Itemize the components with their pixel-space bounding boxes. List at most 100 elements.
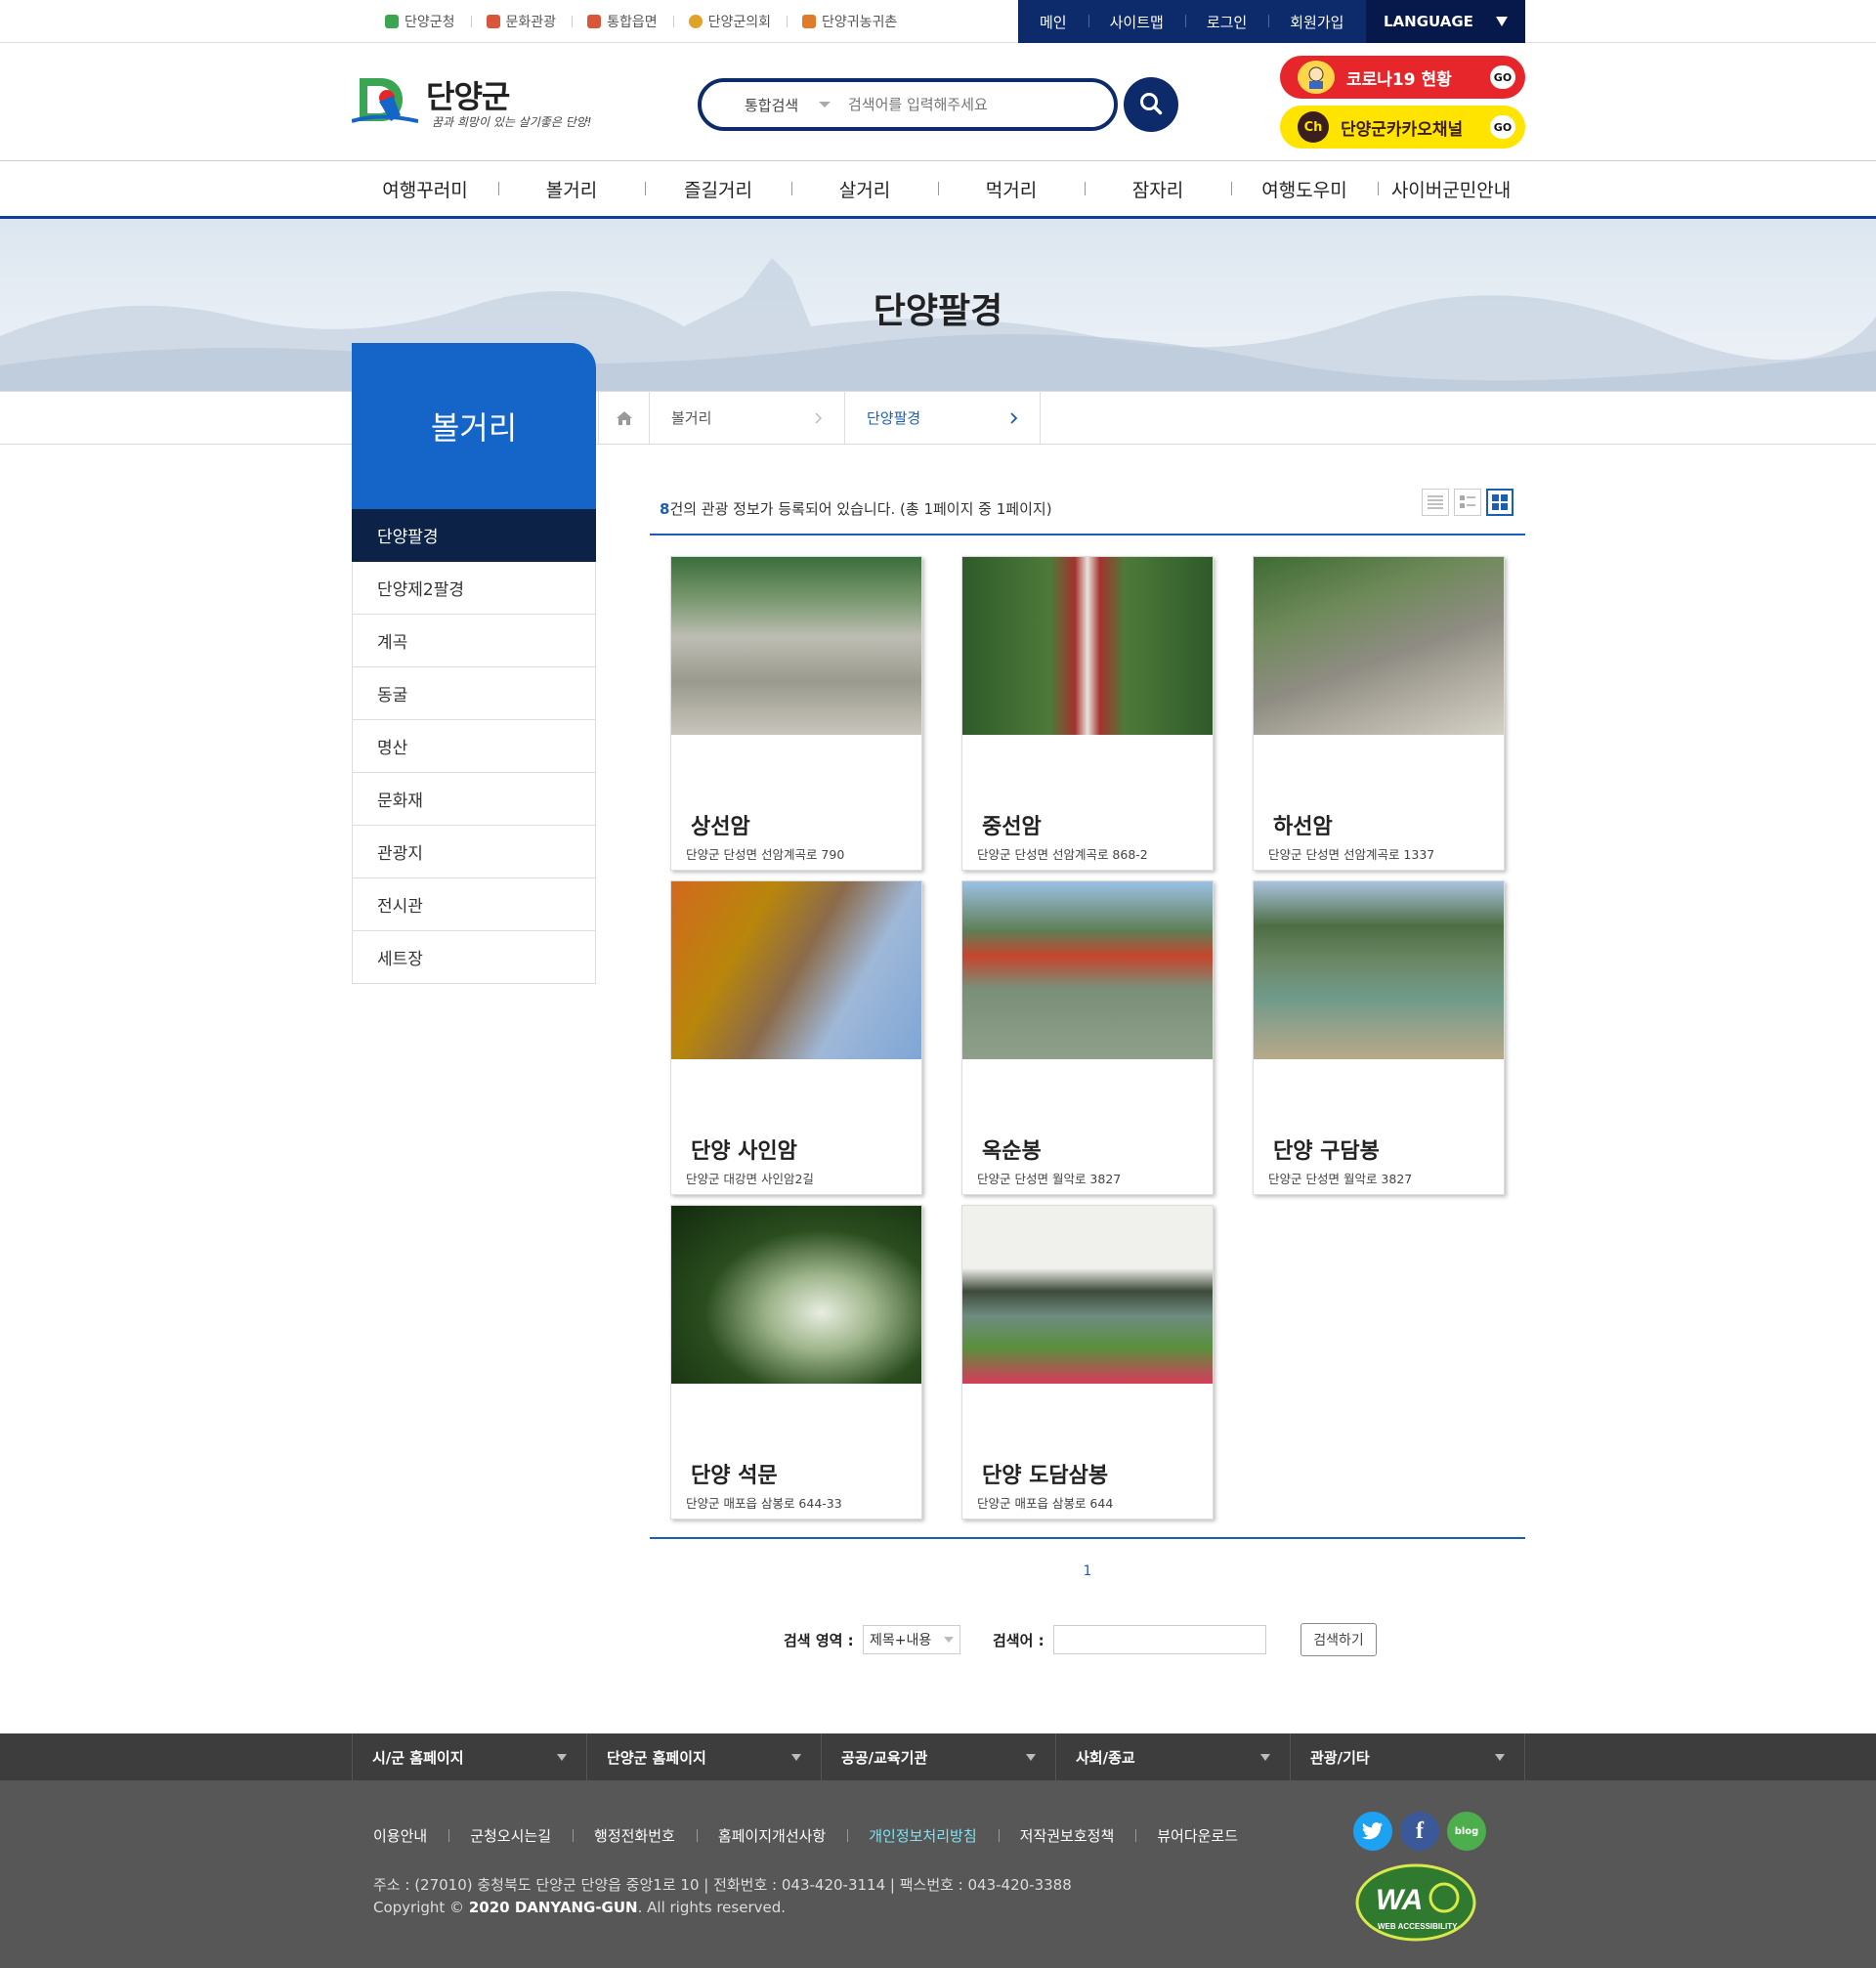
side-item-valley[interactable]: 계곡 <box>352 615 596 667</box>
search-category-select[interactable]: 통합검색 <box>702 95 848 115</box>
page-number-current[interactable]: 1 <box>1084 1563 1092 1579</box>
footer-link-copyright-policy[interactable]: 저작권보호정책 <box>998 1825 1136 1846</box>
card-title: 단양 사인암 <box>691 1139 797 1164</box>
tour-card[interactable]: 단양 사인암 단양군 대강면 사인암2길 <box>670 880 922 1195</box>
dropdown-arrow-icon <box>819 102 831 107</box>
dropdown-arrow-icon <box>557 1753 567 1761</box>
side-item-danyang-2nd-8[interactable]: 단양제2팔경 <box>352 562 596 615</box>
card-address: 단양군 단성면 선암계곡로 868-2 <box>977 847 1148 862</box>
kakao-channel-banner[interactable]: Ch 단양군카카오채널 GO <box>1280 106 1525 149</box>
tour-card[interactable]: 상선암 단양군 단성면 선암계곡로 790 <box>670 556 922 871</box>
language-select[interactable]: LANGUAGE <box>1366 0 1525 43</box>
tour-card[interactable]: 단양 구담봉 단양군 단성면 월악로 3827 <box>1253 880 1505 1195</box>
join-link[interactable]: 회원가입 <box>1268 12 1365 32</box>
covid-character-icon <box>1298 61 1335 94</box>
covid19-status-banner[interactable]: 코로나19 현황 GO <box>1280 56 1525 99</box>
card-address: 단양군 단성면 선암계곡로 1337 <box>1268 847 1435 862</box>
side-item-film-set[interactable]: 세트장 <box>352 931 596 984</box>
main-link[interactable]: 메인 <box>1018 12 1088 32</box>
card-photo <box>962 557 1213 735</box>
tour-card[interactable]: 중선암 단양군 단성면 선암계곡로 868-2 <box>961 556 1214 871</box>
gnb-cyber-guide[interactable]: 사이버군민안내 <box>1378 176 1524 202</box>
kakao-channel-icon: Ch <box>1298 111 1329 143</box>
sitemap-link[interactable]: 사이트맵 <box>1087 12 1185 32</box>
side-item-exhibition[interactable]: 전시관 <box>352 878 596 931</box>
dropdown-arrow-icon <box>944 1637 954 1643</box>
related-site-social-religion[interactable]: 사회/종교 <box>1055 1733 1290 1780</box>
go-badge: GO <box>1490 65 1515 89</box>
sns-links: f blog <box>1353 1812 1486 1851</box>
side-item-danyang-8[interactable]: 단양팔경 <box>352 509 596 562</box>
search-icon <box>1140 92 1163 114</box>
gnb-travel-help[interactable]: 여행도우미 <box>1231 176 1378 202</box>
thumbnail-list-view-button[interactable] <box>1454 489 1481 516</box>
keyword-label: 검색어 : <box>993 1632 1045 1649</box>
breadcrumb-depth2[interactable]: 단양팔경 <box>845 392 1041 444</box>
side-item-heritage[interactable]: 문화재 <box>352 773 596 826</box>
twitter-icon <box>1353 1812 1392 1851</box>
side-item-cave[interactable]: 동굴 <box>352 667 596 720</box>
card-address: 단양군 단성면 선암계곡로 790 <box>686 847 845 862</box>
list-count-info: 8건의 관광 정보가 등록되어 있습니다. (총 1페이지 중 1페이지) <box>660 500 1052 518</box>
top-link-danyang-gov[interactable]: 단양군청 <box>369 12 471 31</box>
chevron-right-icon <box>1010 411 1018 424</box>
gnb-shopping[interactable]: 살거리 <box>791 176 938 202</box>
side-item-mountain[interactable]: 명산 <box>352 720 596 773</box>
list-view-button[interactable] <box>1422 489 1449 516</box>
tour-card[interactable]: 단양 도담삼봉 단양군 매포읍 삼봉로 644 <box>961 1205 1214 1519</box>
footer-link-viewer-download[interactable]: 뷰어다운로드 <box>1135 1825 1259 1846</box>
location-bar: 볼거리 단양팔경 <box>0 391 1876 445</box>
svg-text:WA: WA <box>1376 1884 1423 1916</box>
gallery-view-button[interactable] <box>1486 489 1514 516</box>
site-logo[interactable]: 단양군 꿈과 희망이 있는 살기좋은 단양! <box>352 68 596 137</box>
top-link-council[interactable]: 단양군의회 <box>672 12 787 31</box>
keyword-input[interactable] <box>1053 1625 1266 1654</box>
breadcrumb-depth1[interactable]: 볼거리 <box>650 392 845 444</box>
related-site-danyang[interactable]: 단양군 홈페이지 <box>586 1733 821 1780</box>
logo-subtitle: 꿈과 희망이 있는 살기좋은 단양! <box>432 115 592 129</box>
top-utility-bar: 단양군청 문화관광 통합읍면 단양군의회 단양귀농귀촌 메인 사이트맵 로그인 … <box>0 0 1876 43</box>
council-icon <box>688 15 703 28</box>
top-link-culture-tour[interactable]: 문화관광 <box>470 12 573 31</box>
related-site-public-edu[interactable]: 공공/교육기관 <box>821 1733 1055 1780</box>
tour-card[interactable]: 단양 석문 단양군 매포읍 삼봉로 644-33 <box>670 1205 922 1519</box>
gnb-lodging[interactable]: 잠자리 <box>1085 176 1231 202</box>
web-accessibility-mark-icon: WA WEB ACCESSIBILITY <box>1355 1863 1476 1942</box>
footer-link-privacy-policy[interactable]: 개인정보처리방침 <box>847 1825 998 1846</box>
pagination: 1 <box>1078 1563 1097 1579</box>
login-link[interactable]: 로그인 <box>1184 12 1268 32</box>
list-view-icon <box>1428 495 1443 509</box>
related-site-tourism-etc[interactable]: 관광/기타 <box>1290 1733 1525 1780</box>
gnb-activities[interactable]: 즐길거리 <box>645 176 791 202</box>
search-submit-button[interactable]: 검색하기 <box>1300 1623 1377 1656</box>
card-photo <box>671 557 921 735</box>
footer-link-phone-directory[interactable]: 행정전화번호 <box>573 1825 697 1846</box>
page-title: 단양팔경 <box>873 291 1003 331</box>
dropdown-arrow-icon <box>791 1753 801 1761</box>
blog-link[interactable]: blog <box>1447 1812 1486 1851</box>
side-item-tourist-spot[interactable]: 관광지 <box>352 826 596 878</box>
list-top-border <box>650 534 1525 535</box>
facebook-link[interactable]: f <box>1400 1812 1439 1851</box>
footer-link-directions[interactable]: 군청오시는길 <box>448 1825 573 1846</box>
search-area-label: 검색 영역 : <box>784 1632 854 1649</box>
tour-card[interactable]: 하선암 단양군 단성면 선암계곡로 1337 <box>1253 556 1505 871</box>
related-site-city-county[interactable]: 시/군 홈페이지 <box>352 1733 586 1780</box>
footer-link-improvements[interactable]: 홈페이지개선사항 <box>696 1825 847 1846</box>
top-link-return-farm[interactable]: 단양귀농귀촌 <box>787 12 913 31</box>
search-input[interactable] <box>848 96 1083 113</box>
gnb-attractions[interactable]: 볼거리 <box>498 176 645 202</box>
gnb-food[interactable]: 먹거리 <box>938 176 1085 202</box>
side-menu-title: 볼거리 <box>352 343 596 509</box>
logo-title: 단양군 <box>426 78 510 115</box>
search-button[interactable] <box>1124 77 1178 132</box>
footer-link-usage[interactable]: 이용안내 <box>373 1825 448 1846</box>
card-address: 단양군 단성면 월악로 3827 <box>1268 1172 1413 1186</box>
twitter-link[interactable] <box>1353 1812 1392 1851</box>
home-link[interactable] <box>598 392 650 444</box>
gnb-travel-package[interactable]: 여행꾸러미 <box>352 176 498 202</box>
search-area-select[interactable]: 제목+내용 <box>863 1625 960 1654</box>
grid-view-icon <box>1492 494 1508 510</box>
top-link-towns[interactable]: 통합읍면 <box>572 12 673 31</box>
tour-card[interactable]: 옥순봉 단양군 단성면 월악로 3827 <box>961 880 1214 1195</box>
